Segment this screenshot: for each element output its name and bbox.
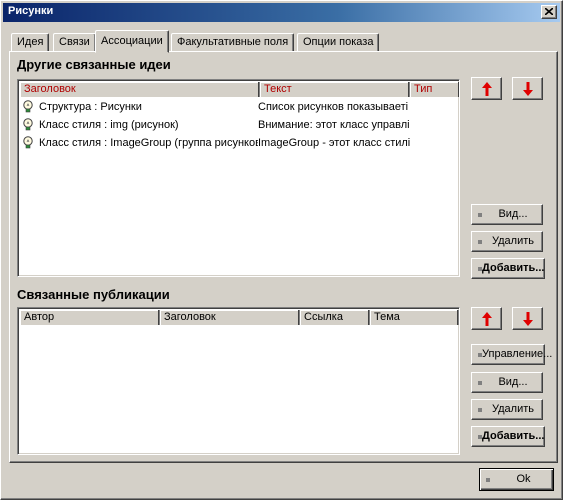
close-icon bbox=[545, 8, 553, 15]
lightbulb-icon bbox=[23, 100, 33, 113]
bullet-icon bbox=[478, 267, 482, 271]
arrow-up-icon bbox=[482, 82, 492, 96]
tab-display-options-label: Опции показа bbox=[303, 36, 374, 48]
row-title: Класс стиля : ImageGroup (группа рисунко… bbox=[39, 137, 258, 149]
manage-publications-label: Управление... bbox=[482, 348, 553, 360]
window-title: Рисунки bbox=[8, 5, 54, 17]
pub-move-up-button[interactable] bbox=[471, 307, 502, 330]
tab-idea-label: Идея bbox=[17, 36, 44, 48]
tab-optional-fields-label: Факультативные поля bbox=[177, 36, 289, 48]
tab-optional-fields[interactable]: Факультативные поля bbox=[171, 33, 295, 52]
view-idea-button[interactable]: Вид... bbox=[471, 204, 543, 225]
tab-associations-label: Ассоциации bbox=[101, 35, 163, 47]
add-idea-label: Добавить... bbox=[482, 262, 545, 274]
list-item[interactable]: Структура : Рисунки Список рисунков пока… bbox=[22, 99, 452, 115]
delete-idea-label: Удалить bbox=[492, 235, 534, 247]
close-button[interactable] bbox=[541, 5, 557, 19]
column-header-text[interactable]: Текст bbox=[260, 82, 410, 97]
add-idea-button[interactable]: Добавить... bbox=[471, 258, 545, 279]
delete-publication-button[interactable]: Удалить bbox=[471, 399, 543, 420]
view-publication-button[interactable]: Вид... bbox=[471, 372, 543, 393]
ok-button[interactable]: Ok bbox=[479, 468, 554, 491]
title-bar[interactable]: Рисунки bbox=[3, 3, 560, 22]
tab-links[interactable]: Связи bbox=[53, 33, 96, 52]
related-publications-title: Связанные публикации bbox=[17, 287, 170, 302]
view-publication-label: Вид... bbox=[498, 376, 528, 388]
tab-links-label: Связи bbox=[59, 36, 90, 48]
add-publication-button[interactable]: Добавить... bbox=[471, 426, 545, 447]
related-publications-list[interactable]: Автор Заголовок Ссылка Тема bbox=[17, 307, 460, 455]
add-publication-label: Добавить... bbox=[482, 430, 545, 442]
column-header-title[interactable]: Заголовок bbox=[20, 82, 260, 97]
row-title: Класс стиля : img (рисунок) bbox=[39, 119, 179, 131]
row-text: ImageGroup - этот класс стилі bbox=[258, 137, 411, 149]
move-down-button[interactable] bbox=[512, 77, 543, 100]
tab-associations[interactable]: Ассоциации bbox=[95, 30, 169, 53]
arrow-down-icon bbox=[523, 82, 533, 96]
tab-display-options[interactable]: Опции показа bbox=[297, 33, 380, 52]
related-ideas-title: Другие связанные идеи bbox=[17, 57, 171, 72]
bullet-icon bbox=[478, 353, 482, 357]
delete-publication-label: Удалить bbox=[492, 403, 534, 415]
row-text: Внимание: этот класс управлі bbox=[258, 119, 410, 131]
lightbulb-icon bbox=[23, 118, 33, 131]
ok-label: Ok bbox=[516, 473, 531, 485]
arrow-up-icon bbox=[482, 312, 492, 326]
list-item[interactable]: Класс стиля : ImageGroup (группа рисунко… bbox=[22, 135, 452, 151]
column-header-title[interactable]: Заголовок bbox=[160, 310, 300, 325]
move-up-button[interactable] bbox=[471, 77, 502, 100]
related-publications-header: Автор Заголовок Ссылка Тема bbox=[20, 310, 459, 325]
bullet-icon bbox=[478, 408, 482, 412]
column-header-link[interactable]: Ссылка bbox=[300, 310, 370, 325]
arrow-down-icon bbox=[523, 312, 533, 326]
column-header-type[interactable]: Тип bbox=[410, 82, 459, 97]
bullet-icon bbox=[478, 435, 482, 439]
column-header-topic[interactable]: Тема bbox=[370, 310, 459, 325]
bullet-icon bbox=[486, 478, 490, 482]
related-ideas-list[interactable]: Заголовок Текст Тип Структура : Рисунки … bbox=[17, 79, 460, 277]
tab-idea[interactable]: Идея bbox=[11, 33, 50, 52]
row-text: Список рисунков показываеті bbox=[258, 101, 409, 113]
bullet-icon bbox=[478, 381, 482, 385]
bullet-icon bbox=[478, 240, 482, 244]
list-item[interactable]: Класс стиля : img (рисунок) Внимание: эт… bbox=[22, 117, 452, 133]
manage-publications-button[interactable]: Управление... bbox=[471, 344, 552, 365]
pub-move-down-button[interactable] bbox=[512, 307, 543, 330]
lightbulb-icon bbox=[23, 136, 33, 149]
view-idea-label: Вид... bbox=[498, 208, 528, 220]
column-header-author[interactable]: Автор bbox=[20, 310, 160, 325]
row-title: Структура : Рисунки bbox=[39, 101, 142, 113]
related-ideas-header: Заголовок Текст Тип bbox=[20, 82, 459, 97]
bullet-icon bbox=[478, 213, 482, 217]
dialog-window: Рисунки Идея Связи Ассоциации Факультати… bbox=[0, 0, 563, 500]
delete-idea-button[interactable]: Удалить bbox=[471, 231, 543, 252]
